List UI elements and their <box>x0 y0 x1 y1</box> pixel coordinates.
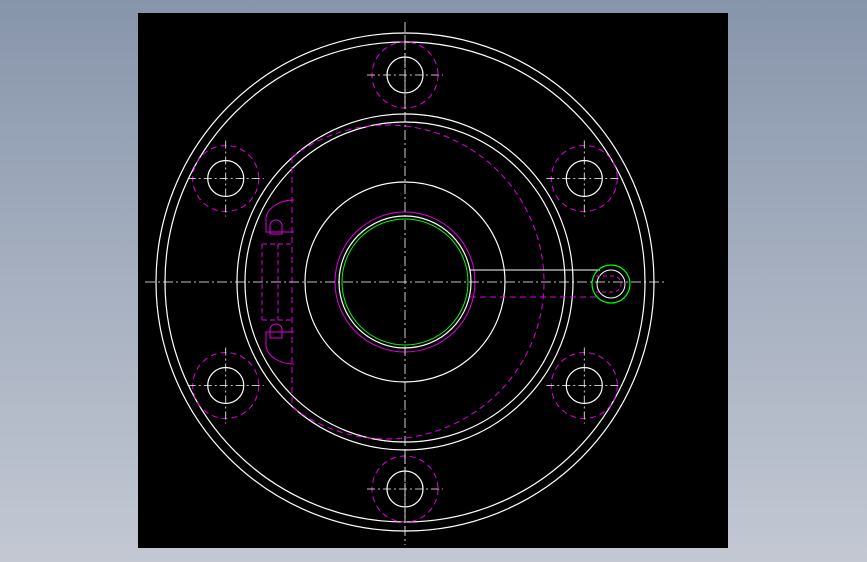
port-hidden-slot <box>596 275 622 293</box>
port-outer-circle <box>591 264 631 304</box>
centerlines <box>145 22 665 545</box>
bolt-hole <box>546 140 623 217</box>
bolt-hole <box>546 347 623 424</box>
side-port <box>470 264 631 304</box>
lower-pocket-detail <box>269 323 283 339</box>
bolt-hole <box>187 140 264 217</box>
flange-drawing <box>145 22 665 545</box>
bolt-hole <box>187 347 264 424</box>
